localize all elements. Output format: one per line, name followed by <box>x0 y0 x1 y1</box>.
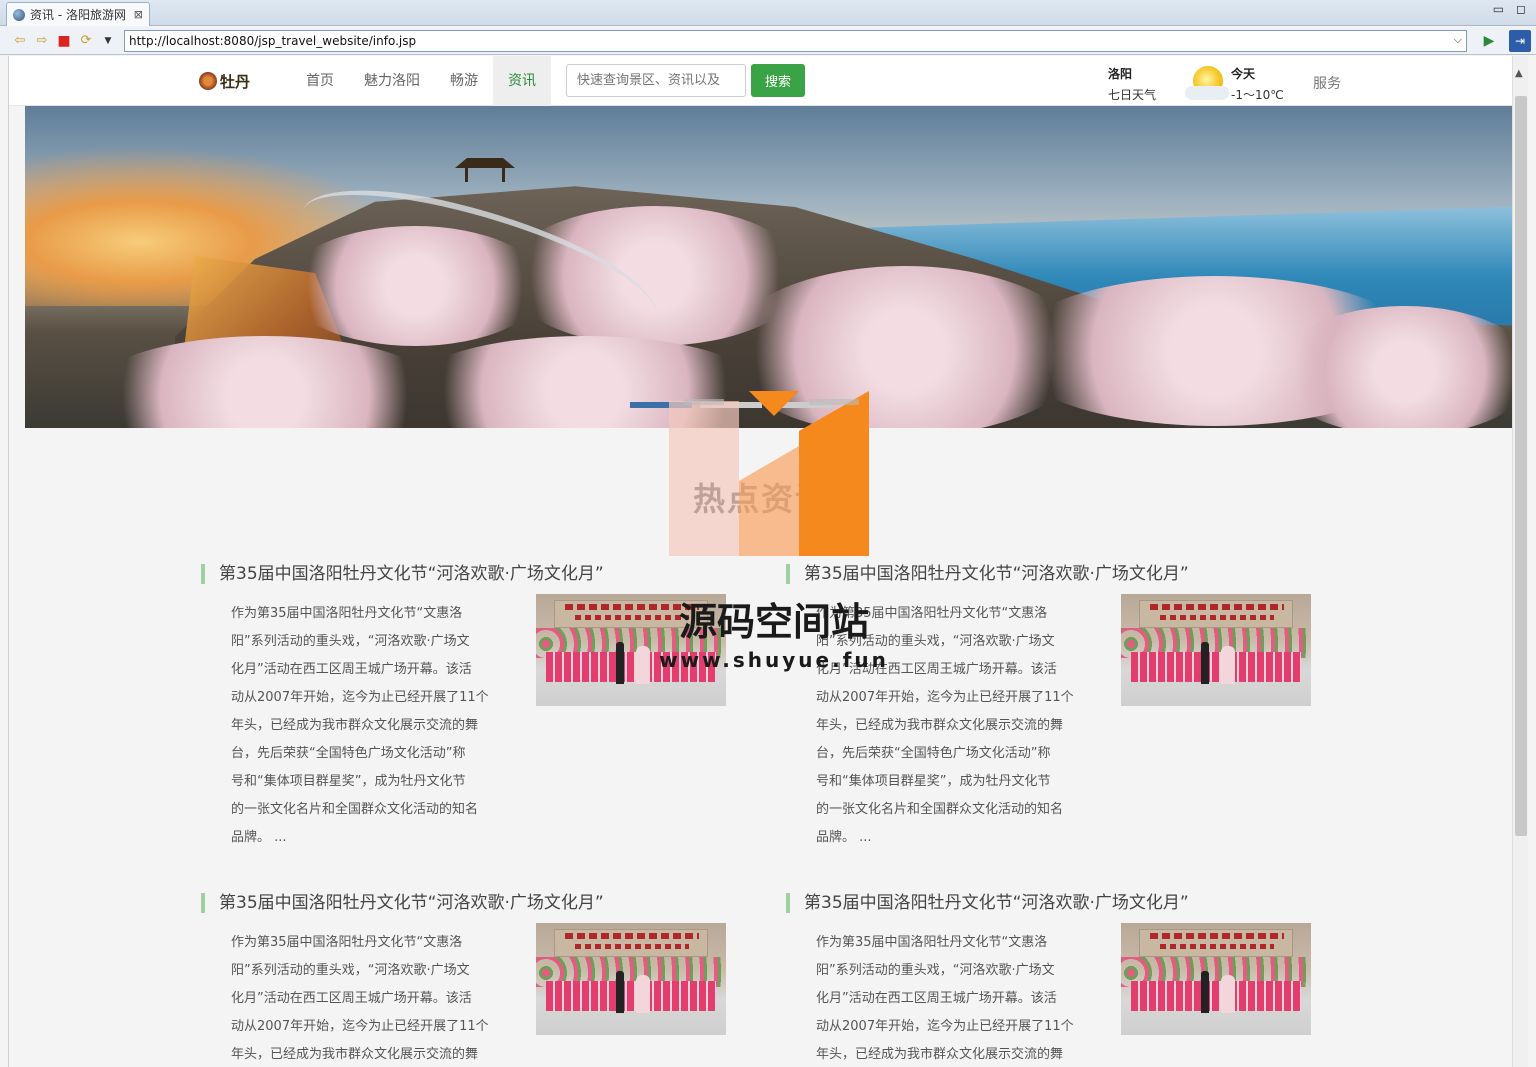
back-icon[interactable]: ⇦ <box>12 33 28 49</box>
carousel-dot[interactable] <box>700 402 762 408</box>
refresh-icon[interactable]: ⟳ <box>78 33 94 49</box>
logo-text: 牡丹 <box>220 72 251 91</box>
tab-title: 资讯 - 洛阳旅游网 <box>30 8 126 22</box>
carousel-indicators <box>630 402 832 408</box>
minimize-icon[interactable]: ▭ <box>1493 2 1504 16</box>
search-button[interactable]: 搜索 <box>751 64 805 97</box>
scrollbar-thumb[interactable] <box>1515 96 1527 836</box>
nav-charm-luoyang[interactable]: 魅力洛阳 <box>349 56 435 106</box>
carousel-dot[interactable] <box>770 402 832 408</box>
nav-travel[interactable]: 畅游 <box>435 56 493 106</box>
external-browser-icon[interactable]: ⇥ <box>1509 29 1531 52</box>
news-summary: 作为第35届中国洛阳牡丹文化节“文惠洛 阳”系列活动的重头戏，“河洛欢歌·广场文化… <box>231 606 489 845</box>
watermark-text: 源码空间站 <box>678 600 869 644</box>
news-title[interactable]: 第35届中国洛阳牡丹文化节“河洛欢歌·广场文化月” <box>201 564 741 584</box>
browser-toolbar: ⇦ ⇨ ■ ⟳ ▼ http://localhost:8080/jsp_trav… <box>0 27 1536 55</box>
pavilion-image <box>455 158 515 184</box>
browser-tabbar: 资讯 - 洛阳旅游网 ⊠ ▭ ◻ <box>0 0 1536 26</box>
news-summary: 作为第35届中国洛阳牡丹文化节“文惠洛 阳”系列活动的重头戏，“河洛欢歌·广场文化… <box>231 935 489 1062</box>
news-summary: 作为第35届中国洛阳牡丹文化节“文惠洛 阳”系列活动的重头戏，“河洛欢歌·广场文化… <box>816 935 1074 1062</box>
news-image[interactable] <box>1121 923 1311 1035</box>
seven-day-weather-link[interactable]: 七日天气 <box>1108 86 1156 103</box>
scroll-up-icon[interactable]: ▲ <box>1515 68 1523 79</box>
nav-service[interactable]: 服务 <box>1313 73 1341 93</box>
news-title[interactable]: 第35届中国洛阳牡丹文化节“河洛欢歌·广场文化月” <box>786 564 1326 584</box>
site-logo[interactable]: 牡丹 <box>199 68 273 94</box>
go-icon[interactable]: ▶ <box>1479 31 1499 51</box>
forward-icon[interactable]: ⇨ <box>34 33 50 49</box>
hero-banner <box>25 106 1515 428</box>
weather-today-label: 今天 <box>1231 67 1256 81</box>
site-header: 牡丹 首页 魅力洛阳 畅游 资讯 搜索 洛阳 七日天气 今天 -1～10℃ 服务 <box>9 56 1513 106</box>
sunny-weather-icon <box>1185 62 1229 102</box>
chevron-down-icon[interactable]: ⌵ <box>1454 33 1462 47</box>
close-icon[interactable]: ⊠ <box>134 8 143 21</box>
nav-news[interactable]: 资讯 <box>493 56 551 106</box>
news-image[interactable] <box>1121 594 1311 706</box>
globe-icon <box>13 8 25 21</box>
browser-tab[interactable]: 资讯 - 洛阳旅游网 ⊠ <box>6 2 150 26</box>
window-controls: ▭ ◻ <box>1493 2 1526 16</box>
news-title[interactable]: 第35届中国洛阳牡丹文化节“河洛欢歌·广场文化月” <box>201 893 741 913</box>
news-image[interactable] <box>536 923 726 1035</box>
page-viewport: 牡丹 首页 魅力洛阳 畅游 资讯 搜索 洛阳 七日天气 今天 -1～10℃ 服务 <box>8 56 1528 1067</box>
news-title[interactable]: 第35届中国洛阳牡丹文化节“河洛欢歌·广场文化月” <box>786 893 1326 913</box>
carousel-dot[interactable] <box>630 402 692 408</box>
section-title: 热点资讯 <box>692 480 829 518</box>
page-scrollbar[interactable]: ▲ <box>1512 56 1528 1067</box>
main-nav: 首页 魅力洛阳 畅游 资讯 <box>291 56 551 106</box>
watermark-url: www.shuyue.fun <box>659 648 889 672</box>
nav-icons: ⇦ ⇨ ■ ⟳ ▼ <box>0 33 124 49</box>
chevron-down-icon[interactable]: ▼ <box>100 33 116 49</box>
search-input[interactable] <box>566 64 746 97</box>
address-bar[interactable]: http://localhost:8080/jsp_travel_website… <box>124 29 1467 52</box>
weather-temperature: -1～10℃ <box>1231 88 1284 102</box>
url-text: http://localhost:8080/jsp_travel_website… <box>129 33 417 48</box>
peony-icon <box>199 72 217 90</box>
weather-city: 洛阳 <box>1108 67 1133 81</box>
stop-icon[interactable]: ■ <box>56 33 72 49</box>
nav-home[interactable]: 首页 <box>291 56 349 106</box>
maximize-icon[interactable]: ◻ <box>1516 2 1526 16</box>
